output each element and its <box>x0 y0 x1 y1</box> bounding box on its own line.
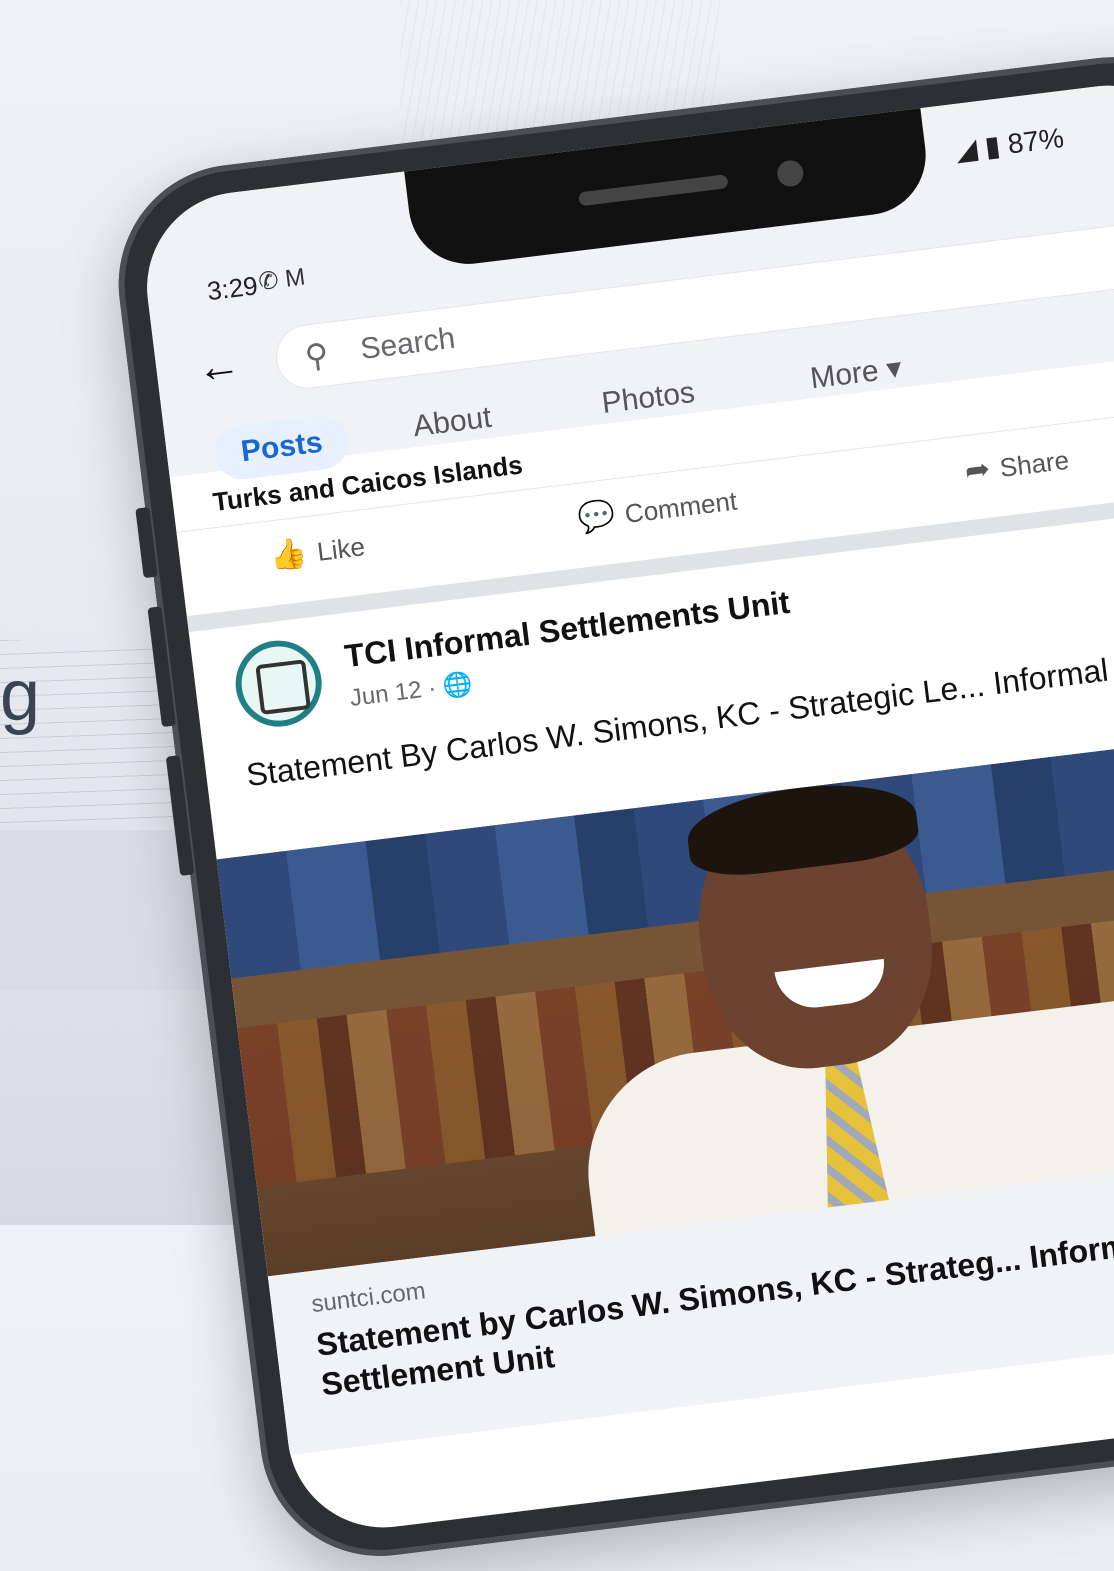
share-label: Share <box>998 444 1071 483</box>
phone-screen: 3:29 ✆ M ◢ ▮ 87% ← ⚲ Search Posts About … <box>136 74 1114 1539</box>
search-icon: ⚲ <box>302 336 331 375</box>
comment-button[interactable]: 💬 Comment <box>576 483 739 537</box>
back-arrow-icon[interactable]: ← <box>194 339 244 394</box>
like-label: Like <box>315 531 367 567</box>
tab-about[interactable]: About <box>411 401 493 444</box>
status-time: 3:29 <box>205 270 260 307</box>
battery-percent: 87% <box>1006 121 1066 160</box>
side-button <box>165 755 195 877</box>
camera <box>775 158 805 188</box>
side-button <box>147 606 176 728</box>
side-button <box>135 507 158 579</box>
phone-frame: 3:29 ✆ M ◢ ▮ 87% ← ⚲ Search Posts About … <box>105 43 1114 1570</box>
tab-more[interactable]: More ▾ <box>808 350 904 396</box>
comment-icon: 💬 <box>575 498 617 536</box>
page-avatar[interactable] <box>230 635 327 732</box>
tab-photos[interactable]: Photos <box>600 376 697 421</box>
house-logo-icon <box>255 659 311 715</box>
signal-icon: ◢ <box>953 132 980 166</box>
thumbs-up-icon: 👍 <box>268 536 310 574</box>
share-icon: ➦ <box>962 452 992 489</box>
speaker <box>578 174 729 207</box>
search-placeholder: Search <box>358 321 457 366</box>
post-date[interactable]: Jun 12 · 🌐 <box>348 669 474 713</box>
notification-icons: ✆ M <box>256 263 307 296</box>
like-button[interactable]: 👍 Like <box>268 528 367 574</box>
phone-mockup: 3:29 ✆ M ◢ ▮ 87% ← ⚲ Search Posts About … <box>0 0 1114 1570</box>
battery-icon: ▮ <box>982 129 1003 163</box>
comment-label: Comment <box>623 485 739 530</box>
share-button[interactable]: ➦ Share <box>963 442 1071 489</box>
